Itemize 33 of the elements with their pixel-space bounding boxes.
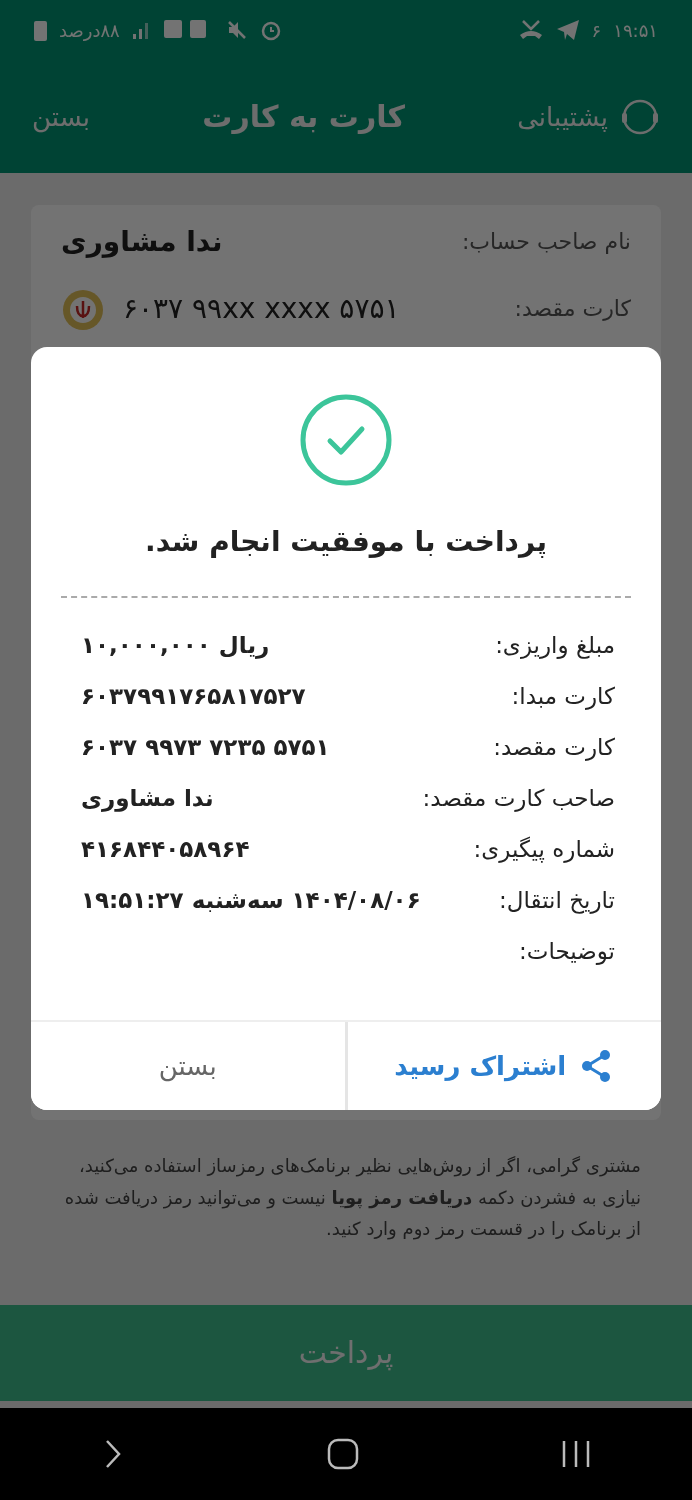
receipt-label: تاریخ انتقال: bbox=[499, 887, 615, 913]
pay-button[interactable]: پرداخت bbox=[0, 1304, 692, 1401]
dialog-title: پرداخت با موفقیت انجام شد. bbox=[144, 525, 548, 558]
receipt-value: ۶۰۳۷۹۹۱۷۶۵۸۱۷۵۲۷ bbox=[81, 683, 306, 709]
receipt-value: ریال ۱۰,۰۰۰,۰۰۰ bbox=[81, 632, 270, 658]
support-link[interactable]: پشتیبانی bbox=[517, 101, 608, 132]
home-icon[interactable] bbox=[327, 1438, 359, 1470]
receipt-label: کارت مقصد: bbox=[493, 734, 615, 760]
notification-count: ۶ bbox=[591, 19, 602, 41]
card-number: ۶۰۳۷ ۹۹xx xxxx ۵۷۵۱ bbox=[123, 291, 400, 325]
receipt-label: صاحب کارت مقصد: bbox=[422, 785, 615, 811]
receipt-label: کارت مبدا: bbox=[511, 683, 615, 709]
field-label: کارت مقصد: bbox=[514, 295, 631, 321]
recent-apps-icon[interactable] bbox=[561, 1439, 591, 1469]
receipt-value: ۱۴۰۴/۰۸/۰۶ سه‌شنبه ۱۹:۵۱:۲۷ bbox=[81, 887, 421, 913]
battery-icon bbox=[34, 19, 47, 41]
receipt-label: مبلغ واریزی: bbox=[495, 632, 615, 658]
receipt-value: ندا مشاوری bbox=[81, 785, 214, 811]
paper-plane-icon bbox=[555, 19, 580, 41]
clock: ۱۹:۵۱ bbox=[613, 19, 658, 41]
field-label: نام صاحب حساب: bbox=[461, 229, 631, 254]
receipt-value: ۴۱۶۸۴۴۰۵۸۹۶۴ bbox=[81, 836, 250, 862]
account-holder-name: ندا مشاوری bbox=[61, 225, 223, 258]
close-link[interactable]: بستن bbox=[32, 101, 91, 132]
success-check-icon bbox=[299, 393, 393, 487]
alarm-icon bbox=[259, 19, 282, 41]
receipt-label: شماره پیگیری: bbox=[473, 836, 615, 862]
muted-speaker-icon bbox=[225, 19, 248, 41]
receipt-value: ۶۰۳۷ ۹۹۷۳ ۷۲۳۵ ۵۷۵۱ bbox=[81, 734, 330, 760]
receipt-label: توضیحات: bbox=[519, 938, 615, 964]
page-title: کارت به کارت bbox=[202, 99, 405, 134]
battery-percentage: ۸۸درصد bbox=[59, 19, 120, 41]
notice-paragraph: مشتری گرامی، اگر از روش‌هایی نظیر برنامک‌های رمزساز استفاده می‌کنید، نیازی به فشردن دکمه دریافت رمز پویا نیست و می‌توانید رمز دریافت شده از برنامک را در قسمت رمز دوم وارد کنید. bbox=[63, 1154, 641, 1242]
